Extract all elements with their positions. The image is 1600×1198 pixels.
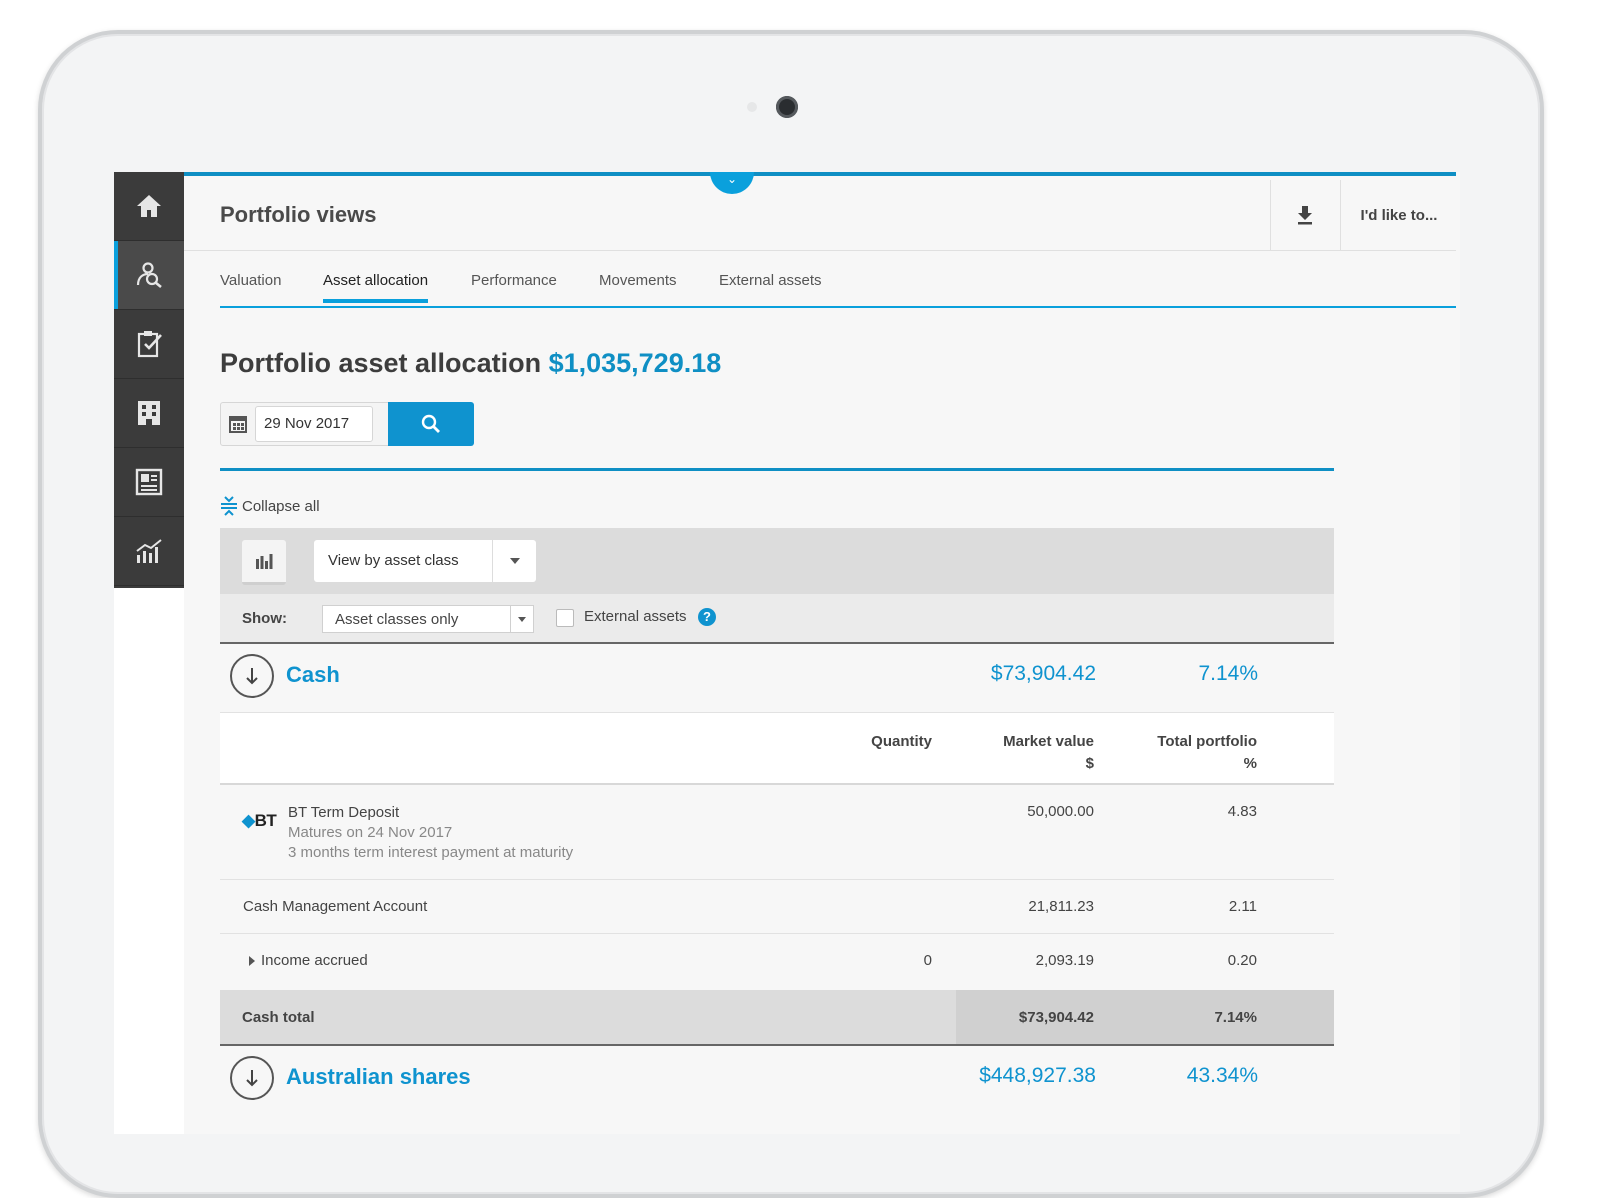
- cash-total-row: Cash total $73,904.42 7.14%: [220, 990, 1334, 1047]
- holding-name: Cash Management Account: [243, 898, 428, 915]
- tablet-sensor: [747, 102, 757, 112]
- total-cells-bg: [956, 990, 1334, 1044]
- col-market-value: Market value $: [1003, 731, 1094, 775]
- holding-market-value: 50,000.00: [1027, 803, 1094, 820]
- holding-market-value: 21,811.23: [1028, 898, 1094, 915]
- pull-down-tab[interactable]: ⌄: [710, 172, 754, 194]
- home-icon: [137, 195, 161, 217]
- holding-percent: 4.83: [1227, 803, 1257, 820]
- show-filter-bar: Show: Asset classes only External assets…: [220, 594, 1334, 644]
- view-by-value: View by asset class: [328, 552, 459, 569]
- collapse-icon: [221, 496, 237, 516]
- chevron-down-icon: ⌄: [726, 172, 738, 186]
- asset-class-name: Cash: [286, 662, 340, 687]
- collapse-all-label: Collapse all: [242, 497, 320, 515]
- tab-asset-allocation[interactable]: Asset allocation: [323, 272, 429, 303]
- bt-logo: ◆BT: [242, 811, 277, 830]
- sidebar-item-reports[interactable]: [114, 448, 184, 517]
- col-market-value-label: Market value: [1003, 733, 1094, 750]
- caret-down-icon[interactable]: [492, 540, 537, 582]
- col-total-portfolio-label: Total portfolio: [1157, 733, 1257, 750]
- show-select[interactable]: Asset classes only: [322, 605, 534, 633]
- help-icon[interactable]: ?: [698, 608, 716, 626]
- sidebar-item-business[interactable]: [114, 379, 184, 448]
- portfolio-total-amount: $1,035,729.18: [548, 348, 722, 378]
- tab-external-assets[interactable]: External assets: [719, 272, 822, 299]
- external-assets-checkbox[interactable]: [556, 609, 574, 627]
- sidebar-blank-area: [114, 588, 184, 1134]
- caret-right-icon[interactable]: [249, 956, 255, 966]
- holding-name: BT Term Deposit: [288, 804, 400, 821]
- total-label: Cash total: [242, 1009, 315, 1026]
- app-screen: ⌄ Portfolio views I'd like to... Valuati…: [114, 172, 1460, 1134]
- holding-name: Income accrued: [261, 952, 368, 969]
- sidebar-item-home[interactable]: [114, 172, 184, 241]
- view-by-select[interactable]: View by asset class: [314, 540, 536, 582]
- holding-quantity: 0: [923, 952, 932, 969]
- asset-class-header-cash[interactable]: Cash $73,904.42 7.14%: [220, 644, 1334, 708]
- holdings-table-header: Quantity Market value $ Total portfolio …: [220, 712, 1334, 786]
- table-row[interactable]: Cash Management Account 21,811.23 2.11: [220, 880, 1334, 934]
- table-row[interactable]: Income accrued 0 2,093.19 0.20: [220, 934, 1334, 989]
- holding-market-value: 2,093.19: [1035, 952, 1094, 969]
- col-total-portfolio: Total portfolio %: [1157, 731, 1257, 775]
- show-select-value: Asset classes only: [335, 611, 459, 628]
- sidebar-item-portfolio[interactable]: [114, 241, 184, 310]
- col-total-portfolio-unit: %: [1243, 755, 1257, 772]
- search-icon: [421, 414, 440, 433]
- tab-valuation[interactable]: Valuation: [220, 272, 281, 299]
- calendar-icon[interactable]: [229, 415, 247, 433]
- col-market-value-unit: $: [1085, 755, 1094, 772]
- total-percent: 7.14%: [1214, 1009, 1257, 1026]
- total-market-value: $73,904.42: [1018, 1009, 1094, 1026]
- sidebar-item-performance[interactable]: [114, 517, 184, 586]
- show-label: Show:: [242, 610, 287, 627]
- date-picker[interactable]: 29 Nov 2017: [220, 402, 390, 446]
- allocation-heading: Portfolio asset allocation $1,035,729.18: [220, 348, 721, 379]
- download-button[interactable]: [1270, 180, 1339, 250]
- portfolio-search-icon: [136, 262, 162, 289]
- top-bar: ⌄ Portfolio views I'd like to...: [184, 172, 1456, 251]
- arrow-down-circle-icon[interactable]: [230, 654, 274, 698]
- holding-maturity: Matures on 24 Nov 2017: [288, 824, 453, 841]
- chart-view-button[interactable]: [242, 540, 286, 585]
- date-input[interactable]: 29 Nov 2017: [255, 406, 373, 442]
- asset-class-percent: 43.34%: [1186, 1064, 1258, 1087]
- building-icon: [138, 401, 160, 425]
- tab-movements[interactable]: Movements: [599, 272, 677, 299]
- sidebar-item-tasks[interactable]: [114, 310, 184, 379]
- collapse-all-link[interactable]: Collapse all: [220, 496, 320, 516]
- id-like-to-menu-button[interactable]: I'd like to...: [1340, 180, 1457, 250]
- tab-performance[interactable]: Performance: [471, 272, 557, 299]
- col-quantity: Quantity: [871, 733, 932, 750]
- holding-percent: 2.11: [1228, 898, 1257, 915]
- asset-class-percent: 7.14%: [1198, 662, 1258, 685]
- clipboard-check-icon: [137, 331, 162, 358]
- sidebar: [114, 172, 184, 588]
- asset-class-value: $73,904.42: [990, 662, 1096, 685]
- download-icon: [1298, 206, 1312, 225]
- asset-class-header-australian-shares[interactable]: Australian shares $448,927.38 43.34%: [220, 1046, 1334, 1110]
- table-row[interactable]: ◆BT BT Term Deposit Matures on 24 Nov 20…: [220, 785, 1334, 880]
- main-content: ⌄ Portfolio views I'd like to... Valuati…: [184, 172, 1460, 1134]
- asset-class-name: Australian shares: [286, 1064, 471, 1089]
- tablet-camera: [776, 96, 798, 118]
- asset-class-value: $448,927.38: [979, 1064, 1096, 1087]
- caret-down-icon[interactable]: [510, 606, 533, 632]
- external-assets-label: External assets: [584, 608, 687, 625]
- document-icon: [135, 468, 163, 496]
- portfolio-tabs: Valuation Asset allocation Performance M…: [220, 268, 1456, 308]
- growth-chart-icon: [136, 539, 162, 563]
- allocation-title: Portfolio asset allocation: [220, 348, 542, 378]
- search-button[interactable]: [388, 402, 474, 446]
- holding-percent: 0.20: [1227, 952, 1257, 969]
- section-divider: [220, 468, 1334, 471]
- view-toolbar: View by asset class: [220, 528, 1334, 594]
- holding-interest-note: 3 months term interest payment at maturi…: [288, 844, 574, 861]
- page-title: Portfolio views: [220, 202, 377, 227]
- bar-chart-icon: [256, 554, 273, 569]
- arrow-down-circle-icon[interactable]: [230, 1056, 274, 1100]
